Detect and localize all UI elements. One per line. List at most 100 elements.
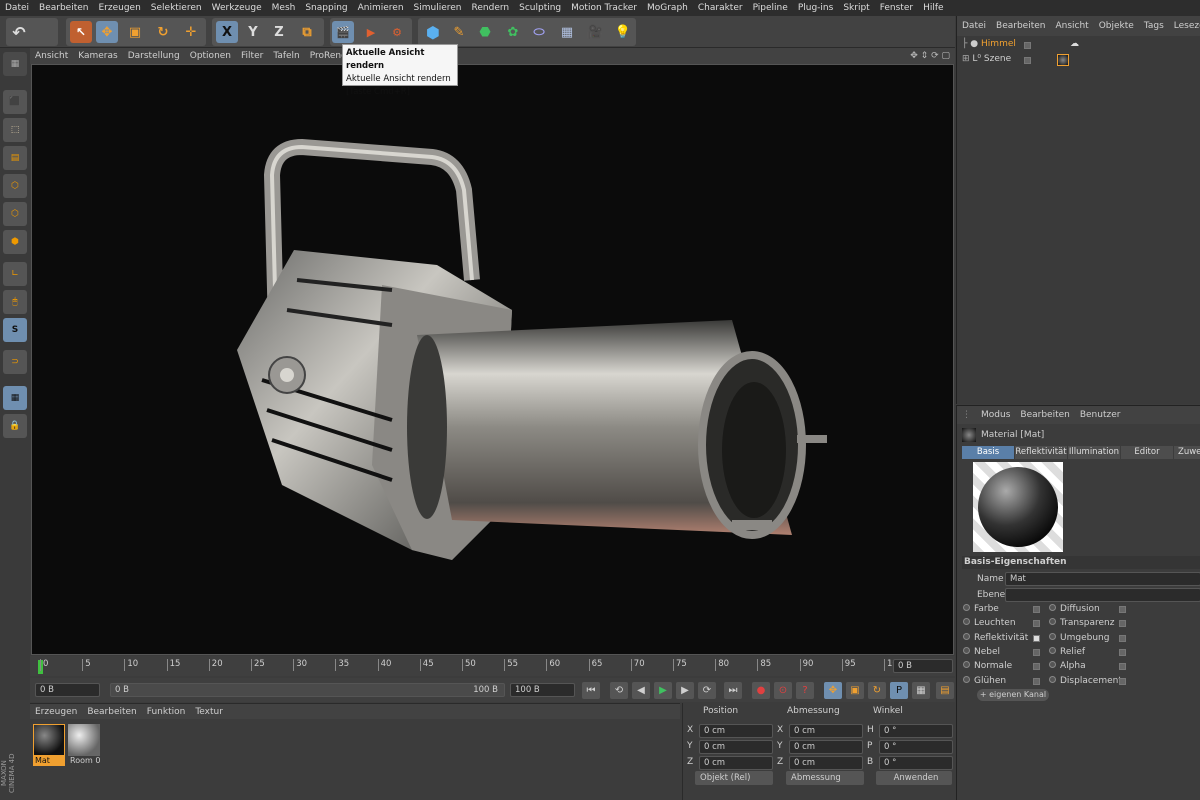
snapping-icon[interactable]: S <box>3 318 27 342</box>
viewport-menu-item[interactable]: Kameras <box>73 51 122 61</box>
key-scale-icon[interactable]: ▣ <box>846 682 864 699</box>
menu-item[interactable]: Animieren <box>353 3 409 13</box>
model-mode-icon[interactable]: ⬛ <box>3 90 27 114</box>
channel-row[interactable]: Normale <box>963 661 1047 673</box>
rotation-field[interactable]: 0 ° <box>879 756 953 770</box>
menu-item[interactable]: Mesh <box>267 3 301 13</box>
menu-item[interactable]: Datei <box>0 3 34 13</box>
tweak-mode-icon[interactable]: 🖱 <box>3 290 27 314</box>
viewport-menu-item[interactable]: Tafeln <box>268 51 304 61</box>
channel-checkbox[interactable] <box>1033 620 1040 628</box>
channel-radio[interactable] <box>963 604 970 611</box>
menu-item[interactable]: Plug-ins <box>793 3 839 13</box>
object-menu-item[interactable]: Tags <box>1139 21 1169 31</box>
axis-mode-icon[interactable]: ∟ <box>3 262 27 286</box>
pen-icon[interactable]: ✎ <box>448 21 470 43</box>
channel-row[interactable]: Farbe <box>963 604 1047 616</box>
axis-z-button[interactable]: Z <box>268 21 290 43</box>
viewport-menu-item[interactable]: Optionen <box>185 51 236 61</box>
axis-x-button[interactable]: X <box>216 21 238 43</box>
magnet-icon[interactable]: ⊃ <box>3 350 27 374</box>
keyframe-selection-icon[interactable]: ? <box>796 682 814 699</box>
channel-radio[interactable] <box>1049 675 1056 683</box>
attribute-menu-item[interactable]: Modus <box>976 410 1015 420</box>
channel-row[interactable]: Displacement <box>1049 675 1133 688</box>
channel-checkbox[interactable] <box>1119 663 1126 671</box>
position-field[interactable]: 0 cm <box>699 724 773 738</box>
menu-item[interactable]: Werkzeuge <box>207 3 267 13</box>
start-frame-field[interactable]: 0 B <box>35 683 100 697</box>
channel-row[interactable]: Transparenz <box>1049 618 1133 630</box>
channel-checkbox[interactable] <box>1033 634 1040 642</box>
channel-row[interactable]: Leuchten <box>963 618 1047 630</box>
current-frame-field[interactable]: 0 B <box>893 659 953 673</box>
channel-checkbox[interactable] <box>1033 606 1040 613</box>
viewport-nav-icons[interactable]: ✥ ⇕ ⟳ ▢ <box>905 51 955 61</box>
timeline[interactable]: 0510152025303540455055606570758085909510… <box>30 656 955 676</box>
menu-item[interactable]: Fenster <box>875 3 918 13</box>
expand-icon[interactable]: ⊞ <box>962 54 970 64</box>
previous-frame-icon[interactable]: ◀ <box>632 682 650 699</box>
attribute-menu-item[interactable]: Bearbeiten <box>1015 410 1074 420</box>
previous-key-icon[interactable]: ⟲ <box>610 682 628 699</box>
key-position-icon[interactable]: ✥ <box>824 682 842 699</box>
viewport-menu-item[interactable]: Darstellung <box>123 51 185 61</box>
menu-item[interactable]: Pipeline <box>748 3 793 13</box>
channel-row[interactable]: Umgebung <box>1049 632 1133 645</box>
menu-item[interactable]: MoGraph <box>642 3 693 13</box>
coordinate-system-icon[interactable]: ⧉ <box>296 21 318 43</box>
deformer-icon[interactable]: ⬭ <box>528 21 550 43</box>
make-editable-icon[interactable]: ▦ <box>3 52 27 76</box>
transform-icon[interactable]: ✛ <box>180 21 202 43</box>
menu-item[interactable]: Selektieren <box>146 3 207 13</box>
material-swatch[interactable]: Mat <box>33 724 65 766</box>
apply-button[interactable]: Anwenden <box>876 771 952 785</box>
channel-row[interactable]: Glühen <box>963 675 1047 688</box>
next-frame-icon[interactable]: ▶ <box>676 682 694 699</box>
object-menu-item[interactable]: Bearbeiten <box>991 21 1050 31</box>
workplane-icon[interactable]: ▦ <box>3 386 27 410</box>
layer-field[interactable] <box>1005 588 1200 602</box>
channel-checkbox[interactable] <box>1119 648 1126 656</box>
range-slider[interactable]: 0 B 100 B <box>110 683 505 697</box>
visibility-toggle[interactable] <box>1024 42 1031 49</box>
channel-checkbox[interactable] <box>1119 606 1126 613</box>
lock-workplane-icon[interactable]: 🔒 <box>3 414 27 438</box>
tab-reflectance[interactable]: Reflektivität <box>1015 446 1067 459</box>
key-parameter-icon[interactable]: P <box>890 682 908 699</box>
camera-icon[interactable]: 🎥 <box>584 21 606 43</box>
object-menu-item[interactable]: Lesezeich <box>1169 21 1200 31</box>
menu-item[interactable]: Rendern <box>467 3 515 13</box>
channel-checkbox[interactable] <box>1119 677 1126 685</box>
object-menu-item[interactable]: Ansicht <box>1050 21 1093 31</box>
material-tag-icon[interactable] <box>1057 54 1069 66</box>
rotate-icon[interactable]: ↻ <box>152 21 174 43</box>
material-menu-item[interactable]: Erzeugen <box>30 707 82 717</box>
tab-illumination[interactable]: Illumination <box>1068 446 1120 459</box>
end-frame-field[interactable]: 100 B <box>510 683 575 697</box>
menu-item[interactable]: Snapping <box>300 3 352 13</box>
autokey-icon[interactable]: ⊙ <box>774 682 792 699</box>
channel-radio[interactable] <box>963 646 970 654</box>
floor-icon[interactable]: ▦ <box>556 21 578 43</box>
object-menu-item[interactable]: Datei <box>957 21 991 31</box>
attribute-menu-item[interactable]: Benutzer <box>1075 410 1126 420</box>
menu-item[interactable]: Motion Tracker <box>566 3 642 13</box>
channel-checkbox[interactable] <box>1119 634 1126 642</box>
subdivision-icon[interactable]: ⬣ <box>474 21 496 43</box>
render-settings-icon[interactable]: ⚙ <box>386 21 408 43</box>
channel-radio[interactable] <box>1049 618 1056 626</box>
channel-checkbox[interactable] <box>1119 620 1126 628</box>
menu-item[interactable]: Hilfe <box>918 3 948 13</box>
undo-icon[interactable]: ↶ <box>8 21 30 43</box>
rotation-field[interactable]: 0 ° <box>879 740 953 754</box>
tab-basis[interactable]: Basis <box>962 446 1014 459</box>
points-mode-icon[interactable]: ⬡ <box>3 174 27 198</box>
material-menu-item[interactable]: Funktion <box>142 707 191 717</box>
channel-row[interactable]: Alpha <box>1049 661 1133 673</box>
object-menu-item[interactable]: Objekte <box>1094 21 1139 31</box>
position-field[interactable]: 0 cm <box>699 756 773 770</box>
menu-item[interactable]: Simulieren <box>409 3 467 13</box>
rotation-field[interactable]: 0 ° <box>879 724 953 738</box>
texture-mode-icon[interactable]: ⬚ <box>3 118 27 142</box>
